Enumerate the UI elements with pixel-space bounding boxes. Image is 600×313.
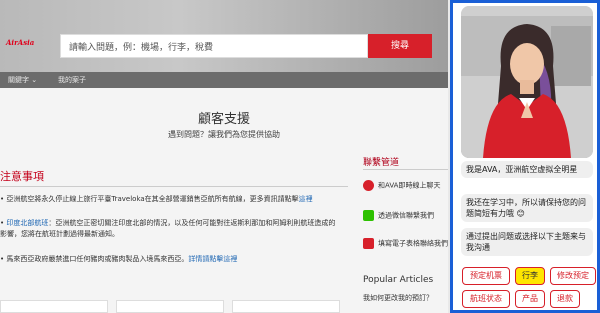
wechat-icon [363,210,374,221]
ava-avatar-icon [363,180,374,191]
notice-text: 馬來西亞政府嚴禁進口任何豬肉或豬肉製品入境馬來西亞。 [6,255,189,263]
search-placeholder: 請輸入問題，例：機場，行李，稅費 [69,43,214,53]
search-input[interactable]: 請輸入問題，例：機場，行李，稅費 [60,34,368,58]
notice-link[interactable]: 詳情請點擊這裡 [188,255,237,263]
chat-message: 通过提出问题或选择以下主题来与我沟通 [461,228,593,256]
contact-item-wechat[interactable]: 透過微信聯繫我們 [363,210,434,221]
notice-link[interactable]: 這裡 [299,195,313,203]
quick-reply-products[interactable]: 产品 [515,290,545,308]
popular-articles-heading: Popular Articles [363,275,434,285]
notice-text: ：亞洲航空正密切關注印度北部的情況，以及任何可能對往返斯利那加和阿姆利則航班造成… [0,219,336,238]
help-center-page: AirAsia 請輸入問題，例：機場，行李，稅費 搜尋 關鍵字 ⌄ 我的案子 顧… [0,0,448,313]
contact-label: 填寫電子表格聯絡我們 [378,239,448,248]
contact-heading: 聯繫管道 [363,158,400,168]
notice-heading: 注意事項 [0,170,44,183]
ava-illustration [461,6,593,158]
quick-reply-flight-status[interactable]: 航班状态 [462,290,510,308]
article-card[interactable] [116,300,224,313]
article-card[interactable] [232,300,340,313]
sub-navigation: 關鍵字 ⌄ 我的案子 [0,72,448,88]
divider [363,169,448,170]
notice-text: 亞洲航空將永久停止線上旅行平臺Traveloka在其全部營運銷售亞航所有航線，更… [6,195,299,203]
quick-reply-refund[interactable]: 退款 [550,290,580,308]
page-title: 顧客支援 [197,112,250,127]
article-cards [0,300,340,313]
notice-item: • 印度北部航班：亞洲航空正密切關注印度北部的情況，以及任何可能對往返斯利那加和… [0,219,336,238]
chat-message: 我是AVA，亚洲航空虚拟全明星 [461,161,593,178]
notice-item: • 亞洲航空將永久停止線上旅行平臺Traveloka在其全部營運銷售亞航所有航線… [0,195,313,203]
contact-item-live-chat[interactable]: 和AVA即時線上聊天 [363,180,440,191]
contact-item-email-form[interactable]: 填寫電子表格聯絡我們 [363,238,448,249]
contact-label: 和AVA即時線上聊天 [378,181,441,190]
ava-chat-panel: 我是AVA，亚洲航空虚拟全明星 我还在学习中，所以请保持您的问题简短有力哦 😊 … [450,0,600,313]
subnav-item-my-cases[interactable]: 我的案子 [58,75,86,85]
contact-label: 透過微信聯繫我們 [378,211,434,220]
header-banner: AirAsia 請輸入問題，例：機場，行李，稅費 搜尋 [0,0,448,72]
subnav-keywords-label: 關鍵字 [8,76,29,84]
page-subtitle: 遇到問題？讓我們為您提供協助 [168,130,280,139]
quick-reply-book-flight[interactable]: 预定机票 [462,267,510,285]
chevron-down-icon: ⌄ [31,76,38,84]
quick-reply-baggage[interactable]: 行李 [515,267,545,285]
quick-reply-modify-booking[interactable]: 修改预定 [550,267,596,285]
divider [0,186,348,187]
main-content: 顧客支援 遇到問題？讓我們為您提供協助 注意事項 • 亞洲航空將永久停止線上旅行… [0,88,448,313]
search-button[interactable]: 搜尋 [368,34,432,58]
email-icon [363,238,374,249]
chat-message: 我还在学习中，所以请保持您的问题简短有力哦 😊 [461,194,593,222]
popular-article-link[interactable]: 我如何更改我的預訂？ [363,293,433,303]
article-card[interactable] [0,300,108,313]
airasia-logo[interactable]: AirAsia [6,38,34,47]
notice-item: • 馬來西亞政府嚴禁進口任何豬肉或豬肉製品入境馬來西亞。詳情請點擊這裡 [0,255,238,263]
subnav-item-keywords[interactable]: 關鍵字 ⌄ [8,75,37,85]
notice-link[interactable]: 印度北部航班 [6,219,48,227]
ava-avatar-image [461,6,593,158]
